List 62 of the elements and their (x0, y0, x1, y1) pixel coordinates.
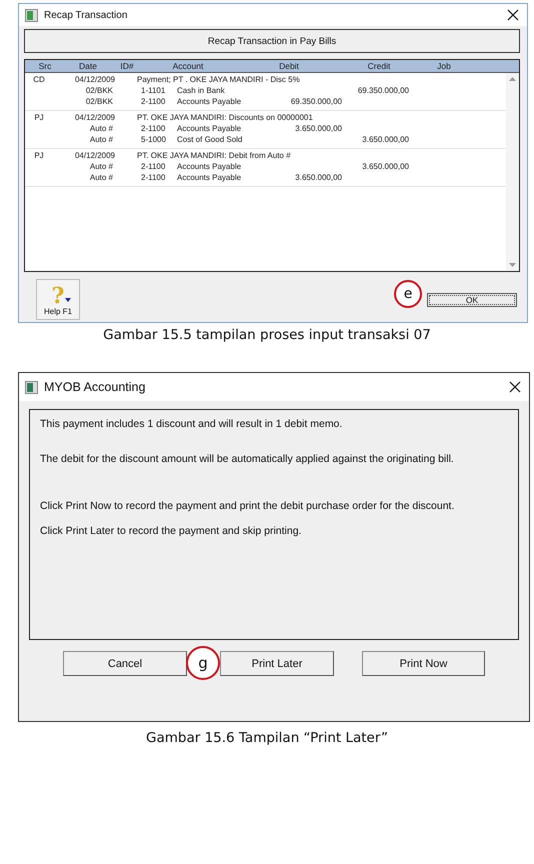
scrollbar[interactable] (506, 73, 519, 271)
close-icon[interactable] (509, 381, 521, 393)
table-cell-text: 02/BKK (84, 97, 113, 106)
annotation-marker: g (186, 646, 220, 680)
table-cell-text: CD (32, 75, 46, 84)
column-header: Debit (278, 61, 300, 71)
table-cell-text: Accounts Payable (177, 173, 242, 182)
table-cell-text: 04/12/2009 (74, 151, 115, 160)
table-cell-text: Auto # (88, 124, 113, 133)
table-cell-text: 2-1100 (141, 173, 166, 182)
table-cell-text: 3.650.000,00 (361, 135, 409, 144)
table-cell-text: 3.650.000,00 (361, 162, 409, 171)
table-cell-text: 2-1100 (141, 124, 166, 133)
table-cell-text: Accounts Payable (177, 124, 242, 133)
column-header: Account (172, 61, 204, 71)
column-header: Credit (366, 61, 392, 71)
table-cell-text: Auto # (88, 162, 113, 171)
message-text: Click Print Later to record the payment and skip printing. (40, 525, 302, 538)
table-cell-text: 04/12/2009 (74, 75, 115, 84)
dialog-button[interactable]: Cancel (63, 651, 187, 676)
table-cell-text: 3.650.000,00 (294, 124, 342, 133)
column-header: Date (78, 61, 98, 71)
table-cell-text: 1-1101 (141, 86, 166, 95)
table-cell-text: PJ (33, 113, 45, 122)
message-text: Click Print Now to record the payment and print the debit purchase order for the discount. (40, 500, 456, 513)
table-cell-text: Auto # (88, 135, 113, 144)
table-cell-text: PT. OKE JAYA MANDIRI: Debit from Auto # (137, 151, 292, 160)
dialog-button[interactable]: Print Now (362, 651, 485, 676)
figure-caption: Gambar 15.5 tampilan proses input transaksi 07 (102, 327, 432, 343)
message-text: This payment includes 1 discount and will result in 1 debit memo. (40, 418, 344, 431)
table-cell-text: Accounts Payable (177, 97, 242, 106)
table-cell-text: Cash in Bank (177, 86, 226, 95)
app-icon (25, 380, 38, 394)
column-header: Src (38, 61, 52, 71)
table-cell-text: Payment; PT . OKE JAYA MANDIRI - Disc 5% (137, 75, 301, 84)
column-header: Job (436, 61, 452, 71)
table-cell-text: 69.350.000,00 (290, 97, 342, 106)
table-cell-text: Auto # (88, 173, 113, 182)
figure-caption: Gambar 15.6 Tampilan “Print Later” (145, 730, 389, 746)
caret-icon (65, 298, 71, 302)
annotation-marker: e (394, 280, 422, 308)
header-panel: Recap Transaction in Pay Bills (24, 29, 520, 53)
table-cell-text: 2-1100 (141, 162, 166, 171)
ok-button[interactable]: OK (427, 293, 517, 307)
table-cell-text: Cost of Good Sold (177, 135, 244, 144)
table-cell-text: 3.650.000,00 (294, 173, 342, 182)
table-cell-text: PJ (33, 151, 45, 160)
app-icon (25, 8, 38, 22)
column-header: ID# (119, 61, 135, 71)
table-cell-text: 5-1000 (141, 135, 167, 144)
window-title: MYOB Accounting (44, 380, 146, 394)
close-icon[interactable] (507, 9, 519, 21)
table-cell-text: 69.350.000,00 (356, 86, 409, 95)
window-title: Recap Transaction (44, 10, 128, 20)
table-cell-text: 02/BKK (84, 86, 113, 95)
table-cell-text: 2-1100 (141, 97, 166, 106)
table-cell-text: 04/12/2009 (74, 113, 115, 122)
table-cell-text: PT. OKE JAYA MANDIRI: Discounts on 00000001 (137, 113, 314, 122)
help-button[interactable]: ? Help F1 (36, 279, 80, 320)
dialog-button[interactable]: Print Later (220, 651, 334, 676)
table-cell-text: Accounts Payable (177, 162, 242, 171)
message-text: The debit for the discount amount will be automatically applied against the originating bill. (40, 453, 455, 466)
